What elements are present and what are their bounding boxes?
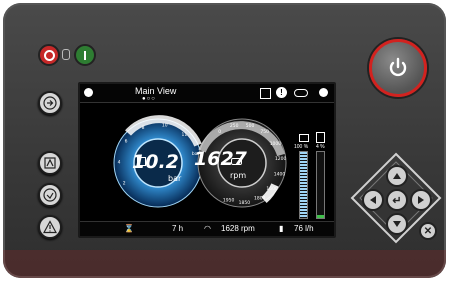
rpm-tick-label: 500 [246, 123, 255, 129]
fuel-percent: 100 % [294, 144, 309, 150]
stop-button[interactable] [38, 44, 60, 66]
rpm-tick-label: 1400 [274, 172, 286, 178]
def-icon [299, 134, 309, 142]
pressure-tick-label: 10 [162, 123, 168, 129]
status-rpm: 1628 rpm [221, 224, 255, 233]
reset-button[interactable] [38, 183, 62, 207]
dpad-right-button[interactable] [410, 189, 432, 211]
rpm-tick-label: 1200 [275, 156, 287, 162]
rpm-tick-label: 0 [218, 129, 221, 135]
start-button[interactable] [74, 44, 96, 66]
rpm-tick-label: 1000 [270, 141, 282, 147]
arrow-up-icon [393, 173, 401, 179]
dpad-left-button[interactable] [362, 189, 384, 211]
arrow-left-icon [370, 196, 376, 204]
log-icon [44, 157, 56, 169]
pressure-tick-label: 11 [181, 132, 187, 138]
dpad-up-button[interactable] [386, 165, 408, 187]
arrow-right-icon [418, 196, 424, 204]
next-page-icon[interactable] [319, 88, 328, 97]
prev-page-icon[interactable] [84, 88, 93, 97]
page-indicator: ●○○ [142, 96, 156, 102]
cancel-button[interactable]: ✕ [419, 222, 437, 240]
close-icon: ✕ [423, 225, 433, 237]
reset-icon [43, 188, 57, 202]
rpm-tick-label: 1800 [254, 196, 266, 202]
pressure-tick-label: 8 [142, 125, 145, 131]
tachometer-icon: ◠ [204, 224, 211, 233]
def-percent: 4 % [316, 144, 325, 150]
hand-icon [294, 89, 308, 97]
panel-base [3, 250, 446, 278]
enter-icon: ↵ [392, 194, 402, 207]
fuel-level-bar [299, 151, 308, 219]
rpm-tick-label: 1600 [266, 186, 278, 192]
page-title: Main View [135, 86, 177, 96]
key-icon [62, 49, 70, 60]
fuel-pump-icon: ▮ [279, 224, 284, 233]
engine-hours: 7 h [172, 224, 184, 233]
log-button[interactable] [38, 151, 62, 175]
rpm-tick-label: 750 [260, 129, 269, 135]
rpm-tick-label: 1850 [239, 200, 251, 206]
alarm-button[interactable] [38, 215, 62, 239]
pressure-tick-label: 6 [125, 139, 128, 145]
mode-button[interactable] [38, 91, 62, 115]
rpm-icon [231, 158, 242, 165]
pressure-unit: bar [168, 174, 182, 183]
engine-icon [260, 88, 271, 99]
def-level-bar [316, 151, 325, 219]
rpm-tick-label: 250 [230, 123, 239, 129]
pressure-tick-label: 4 [118, 159, 121, 165]
pressure-tick-label: 2 [123, 181, 126, 187]
dpad-down-button[interactable] [386, 213, 408, 235]
info-icon: ! [276, 87, 287, 98]
start-icon [84, 50, 86, 60]
fuel-level-fill [300, 152, 307, 218]
rpm-unit: rpm [230, 171, 247, 180]
stop-icon [43, 49, 55, 61]
hourglass-icon: ⌛ [124, 224, 134, 233]
screen-header: Main View ●○○ ! [80, 84, 334, 103]
def-level-fill [317, 215, 324, 218]
power-icon [389, 57, 407, 77]
fuel-icon [316, 132, 325, 143]
pressure-icon [137, 157, 146, 166]
display-screen: Main View ●○○ ! 2 4 6 8 10 11 bar 0 250 500 750 100 [78, 82, 336, 238]
warning-icon [43, 220, 57, 234]
fuel-rate: 76 l/h [294, 224, 314, 233]
rpm-tick-label: 1950 [223, 198, 235, 204]
enter-button[interactable]: ↵ [386, 189, 408, 211]
mode-icon [43, 96, 57, 110]
arrow-down-icon [393, 221, 401, 227]
power-button[interactable] [369, 39, 427, 97]
status-bar: ⌛ 7 h ◠ 1628 rpm ▮ 76 l/h [80, 221, 334, 236]
